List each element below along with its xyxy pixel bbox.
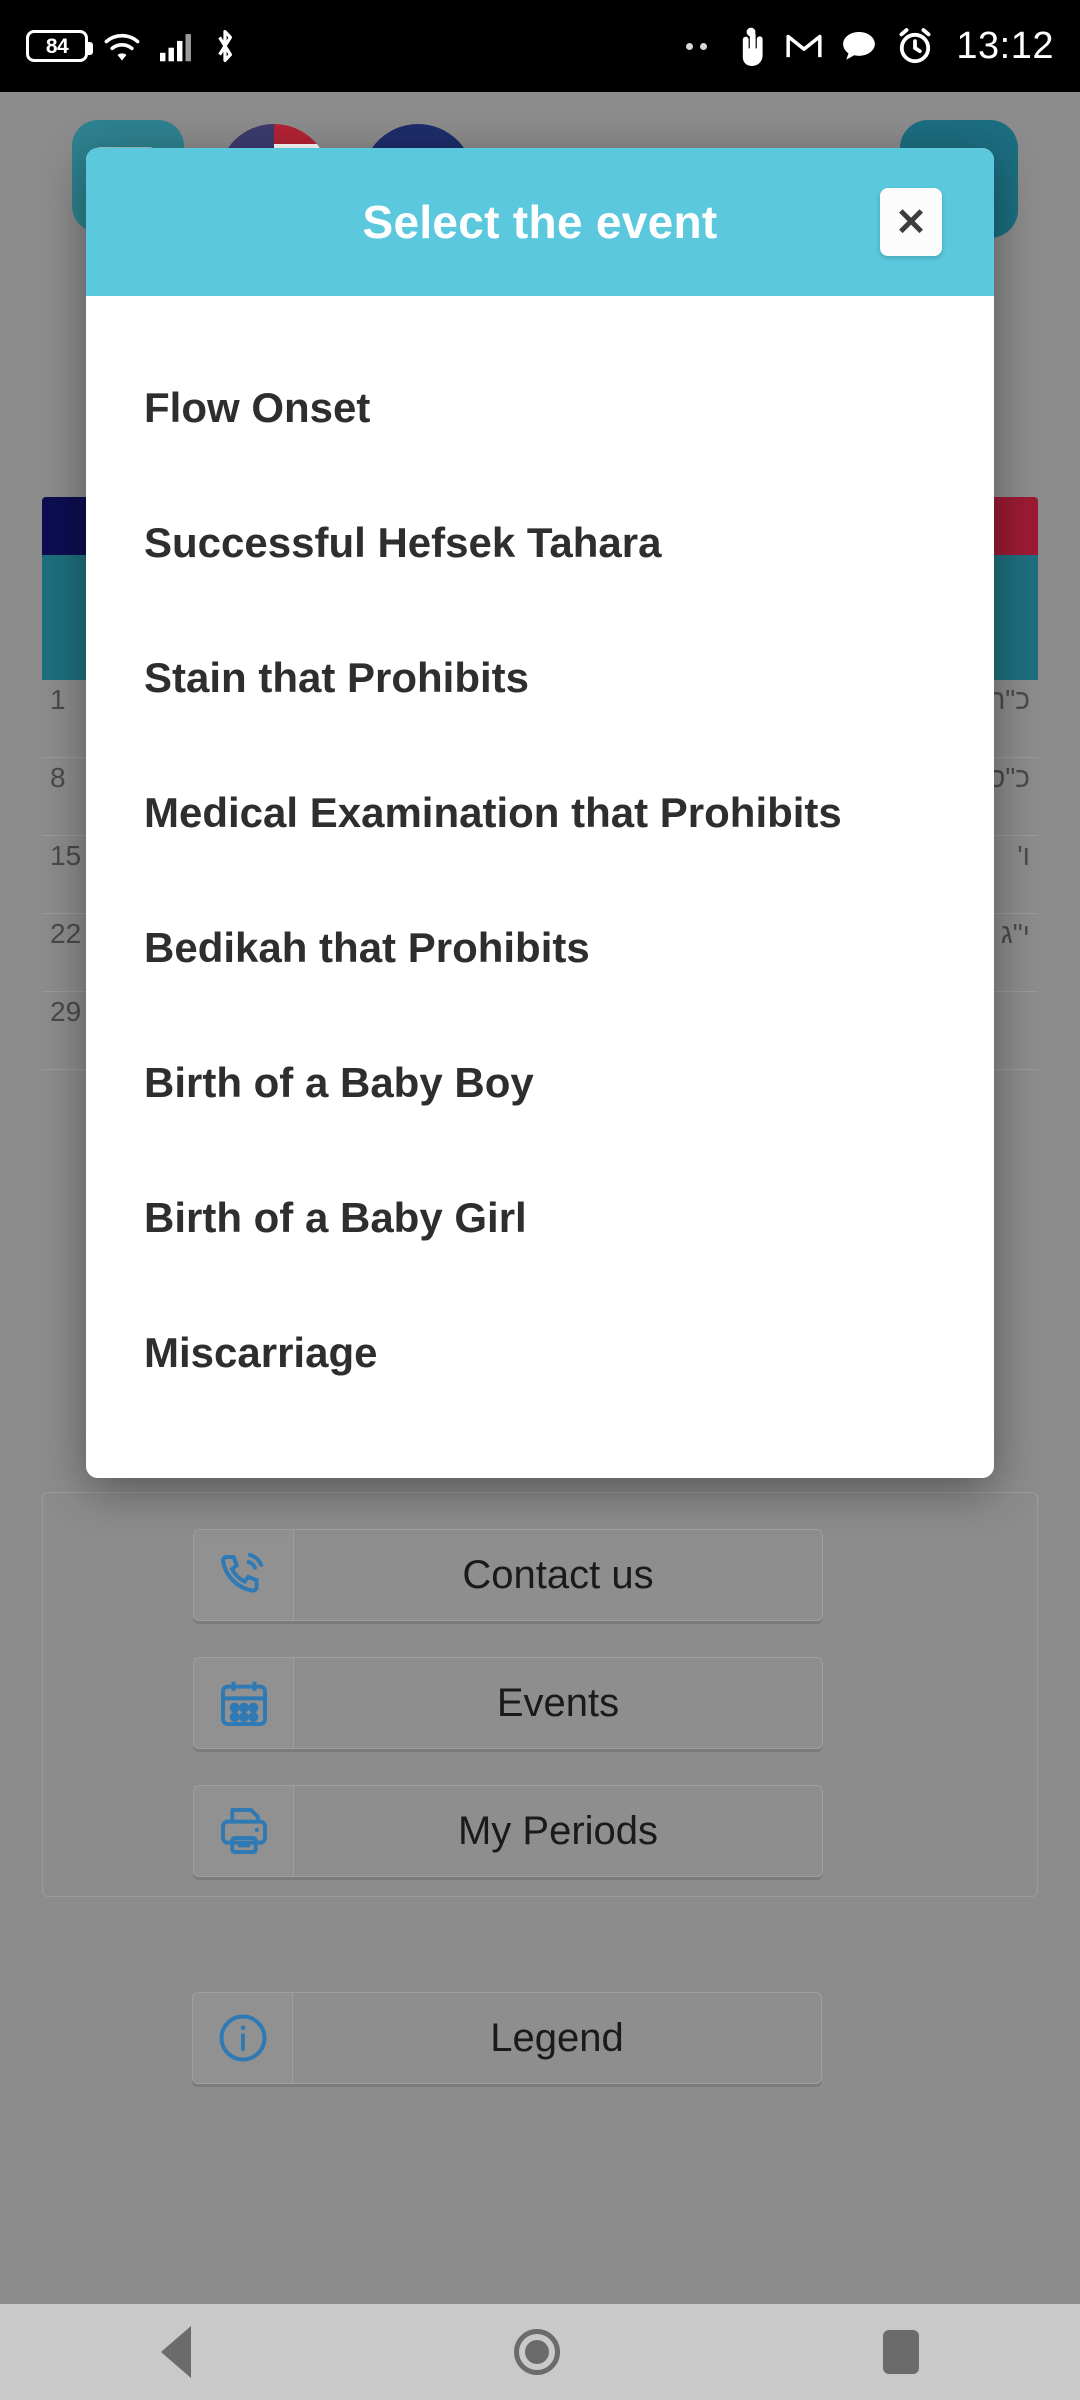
dialog-header: Select the event ✕ [86, 148, 994, 296]
list-item[interactable]: Birth of a Baby Girl [86, 1150, 994, 1285]
list-item[interactable]: Miscarriage [86, 1285, 994, 1420]
list-item[interactable]: Bedikah that Prohibits [86, 880, 994, 1015]
close-icon[interactable]: ✕ [880, 188, 942, 256]
list-item[interactable]: Successful Hefsek Tahara [86, 475, 994, 610]
list-item[interactable]: Flow Onset [86, 340, 994, 475]
android-nav-bar [0, 2304, 1080, 2400]
list-item[interactable]: Stain that Prohibits [86, 610, 994, 745]
home-icon[interactable] [513, 2329, 560, 2375]
select-event-dialog: Select the event ✕ Flow Onset Successful… [86, 148, 994, 1478]
dialog-title: Select the event [362, 196, 718, 248]
recents-icon[interactable] [882, 2330, 919, 2374]
phone-screen: 84 13:12 1 כ"ה 8 כ"ס 15 ו' 22 י"ג 29 Con… [0, 0, 1080, 2400]
list-item[interactable]: Medical Examination that Prohibits [86, 745, 994, 880]
event-list: Flow Onset Successful Hefsek Tahara Stai… [86, 296, 994, 1478]
back-icon[interactable] [161, 2326, 192, 2378]
list-item[interactable]: Birth of a Baby Boy [86, 1015, 994, 1150]
